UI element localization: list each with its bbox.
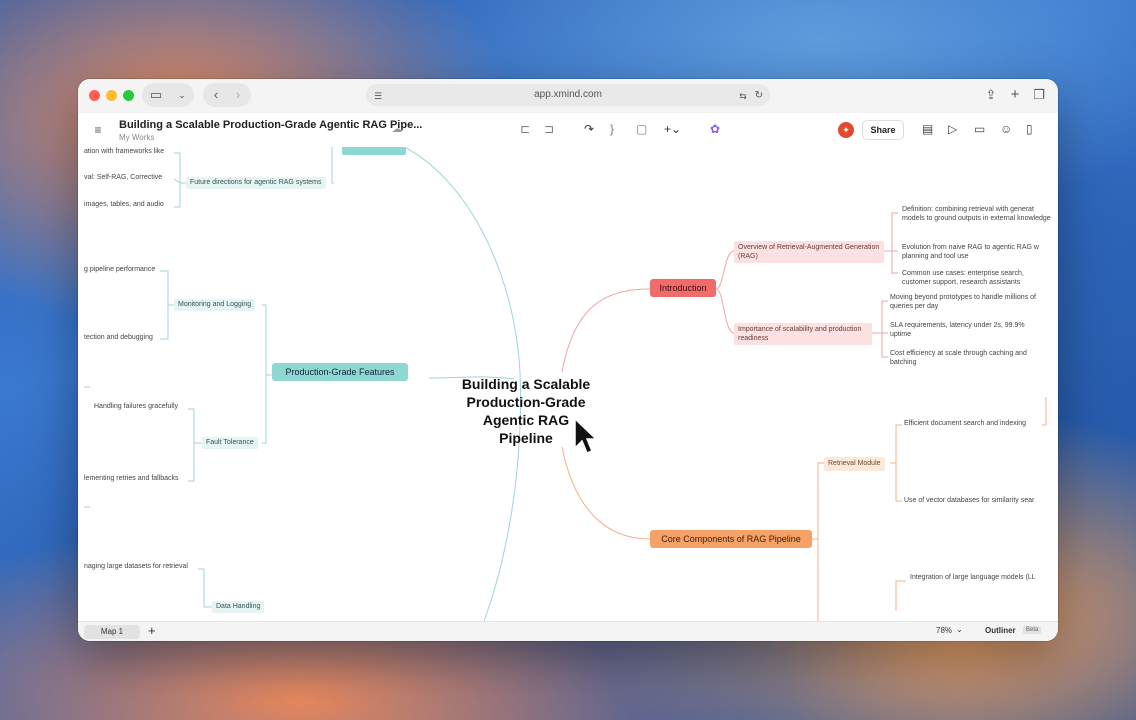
share-sheet-icon[interactable]: ⇪ [982, 83, 1000, 107]
leaf-detection-debugging[interactable]: tection and debugging [84, 334, 153, 341]
leaf-evolution[interactable]: Evolution from naive RAG to agentic RAG … [902, 243, 1052, 261]
summary-icon[interactable]: } [610, 122, 614, 136]
app-toolbar: ≡ Building a Scalable Production-Grade A… [78, 113, 1058, 147]
sidebar-icon[interactable]: ▭ [146, 83, 166, 107]
close-window-button[interactable] [89, 90, 100, 101]
right-panel-icon[interactable]: ▯ [1026, 122, 1033, 136]
tab-overview-icon[interactable]: ❐ [1030, 83, 1048, 107]
forward-icon[interactable]: › [229, 83, 247, 107]
leaf-sla[interactable]: SLA requirements, latency under 2s, 99.9… [890, 321, 1030, 339]
url-text: app.xmind.com [534, 89, 602, 100]
central-line: Production-Grade [466, 394, 586, 410]
subtopic-retrieval-module[interactable]: Retrieval Module [824, 457, 885, 471]
boundary-icon[interactable]: ▢ [636, 122, 647, 136]
leaf-moving-beyond[interactable]: Moving beyond prototypes to handle milli… [890, 293, 1040, 311]
leaf-vector-db[interactable]: Use of vector databases for similarity s… [904, 497, 1034, 504]
back-icon[interactable]: ‹ [207, 83, 225, 107]
insert-subtopic-icon[interactable]: ⊏ [520, 122, 530, 136]
zoom-level[interactable]: 78% [936, 626, 952, 635]
minimize-window-button[interactable] [106, 90, 117, 101]
insert-icon[interactable]: +⌄ [664, 122, 681, 136]
clipped-topic[interactable] [342, 147, 406, 155]
leaf-large-datasets[interactable]: naging large datasets for retrieval [84, 563, 188, 570]
cloud-icon: ☁ [392, 124, 402, 135]
pitch-icon[interactable]: ▷ [948, 122, 957, 136]
zoom-window-button[interactable] [123, 90, 134, 101]
leaf-cost[interactable]: Cost efficiency at scale through caching… [890, 349, 1040, 367]
emoji-icon[interactable]: ☺ [1000, 122, 1012, 136]
menu-icon[interactable]: ≡ [90, 118, 106, 142]
topic-introduction[interactable]: Introduction [650, 279, 716, 297]
leaf-retries-fallbacks[interactable]: lementing retries and fallbacks [84, 475, 179, 482]
leaf-llm-integration[interactable]: Integration of large language models (LL [910, 574, 1036, 581]
browser-toolbar: ▭ ⌄ ‹ › app.xmind.com ☰ ⇆ ↻ ⇪ + ❐ [78, 79, 1058, 113]
ai-icon[interactable]: ✿ [710, 122, 720, 136]
mouse-cursor-icon [574, 418, 598, 454]
chevron-down-icon[interactable]: ⌄ [174, 83, 190, 107]
outliner-button[interactable]: Outliner [985, 626, 1016, 635]
insert-topic-icon[interactable]: ⊐ [544, 122, 554, 136]
format-panel-icon[interactable]: ▤ [922, 122, 933, 136]
browser-window: ▭ ⌄ ‹ › app.xmind.com ☰ ⇆ ↻ ⇪ + ❐ ≡ Buil… [78, 79, 1058, 641]
add-map-button[interactable]: + [148, 623, 156, 638]
share-button[interactable]: Share [862, 120, 904, 140]
leaf-use-cases[interactable]: Common use cases: enterprise search, cus… [902, 269, 1042, 287]
subtopic-monitoring[interactable]: Monitoring and Logging [174, 299, 256, 311]
leaf-definition[interactable]: Definition: combining retrieval with gen… [902, 205, 1052, 223]
leaf-document-search[interactable]: Efficient document search and indexing [904, 420, 1026, 427]
map-tab[interactable]: Map 1 [84, 625, 140, 639]
avatar[interactable]: ✦ [838, 122, 854, 138]
translate-icon[interactable]: ⇆ [736, 84, 750, 108]
subtopic-future-directions[interactable]: Future directions for agentic RAG system… [186, 177, 326, 189]
status-bar: Map 1 + 78% ⌄ Outliner Beta [78, 621, 1058, 641]
subtopic-overview[interactable]: Overview of Retrieval-Augmented Generati… [734, 241, 884, 263]
topic-production-grade[interactable]: Production-Grade Features [272, 363, 408, 381]
subtopic-importance[interactable]: Importance of scalability and production… [734, 323, 872, 345]
relationship-icon[interactable]: ↷ [584, 122, 594, 136]
central-line: Building a Scalable [461, 376, 591, 392]
leaf-frameworks[interactable]: ation with frameworks like [84, 148, 164, 155]
leaf-pipeline-performance[interactable]: g pipeline performance [84, 266, 155, 273]
mindmap-canvas[interactable]: Building a Scalable Production-Grade Age… [84, 147, 1052, 621]
document-location[interactable]: My Works [119, 133, 154, 142]
url-bar[interactable]: app.xmind.com [366, 84, 770, 106]
leaf-self-rag[interactable]: val: Self-RAG, Corrective [84, 174, 162, 181]
leaf-handling-failures[interactable]: Handling failures gracefully [94, 403, 178, 410]
new-tab-icon[interactable]: + [1006, 83, 1024, 107]
subtopic-data-handling[interactable]: Data Handling [212, 601, 265, 613]
reload-icon[interactable]: ↻ [752, 84, 766, 108]
notes-icon[interactable]: ▭ [974, 122, 985, 136]
topic-core-components[interactable]: Core Components of RAG Pipeline [650, 530, 812, 548]
document-title[interactable]: Building a Scalable Production-Grade Age… [119, 119, 422, 131]
beta-badge: Beta [1023, 626, 1042, 634]
leaf-multimodal[interactable]: images, tables, and audio [84, 201, 164, 208]
zoom-chevron-icon[interactable]: ⌄ [956, 625, 963, 634]
site-settings-icon[interactable]: ☰ [370, 84, 386, 108]
subtopic-fault-tolerance[interactable]: Fault Tolerance [202, 437, 258, 449]
